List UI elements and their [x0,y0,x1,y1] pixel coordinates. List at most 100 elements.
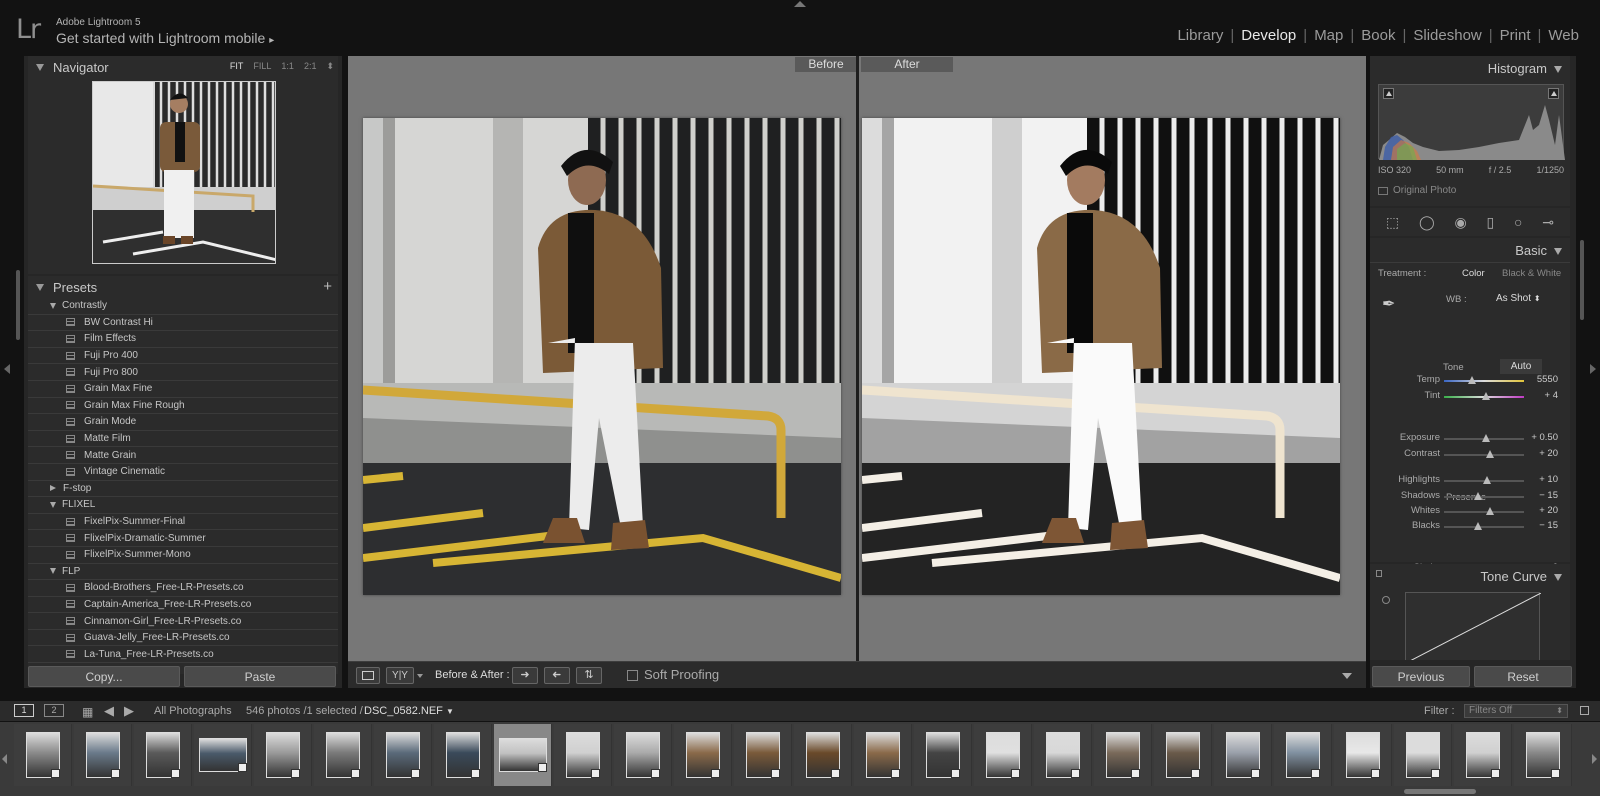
module-develop[interactable]: Develop [1234,27,1303,44]
slider-value[interactable]: + 20 [1539,448,1558,459]
slider-thumb[interactable] [1468,376,1476,384]
slider-thumb[interactable] [1486,507,1495,515]
add-preset-icon[interactable]: + [323,278,332,295]
filter-dropdown[interactable]: Filters Off ⬍ [1464,704,1568,718]
slider-thumb[interactable] [1473,492,1482,500]
grid-view-icon[interactable]: ▦ [82,705,93,719]
swap-before-after-button[interactable]: ⇅ [576,667,602,684]
preset-item[interactable]: Vintage Cinematic [28,464,338,481]
preset-item[interactable]: FixelPix-Summer-Final [28,514,338,531]
preset-item[interactable]: Captain-America_Free-LR-Presets.co [28,597,338,614]
preset-folder[interactable]: FLIXEL [28,497,338,514]
navigator-preview[interactable] [92,81,276,264]
collapse-triangle-icon[interactable] [1554,574,1562,582]
slider-shadows[interactable]: Shadows − 15 [1370,490,1570,504]
tone-curve-graph[interactable] [1405,592,1542,660]
module-print[interactable]: Print [1493,27,1538,44]
slider-thumb[interactable] [1482,434,1491,442]
collapse-triangle-icon[interactable] [1554,66,1562,74]
filmstrip-thumbnail[interactable] [14,724,72,786]
red-eye-tool-icon[interactable]: ◉ [1454,214,1466,231]
left-panel-toggle-icon[interactable] [4,364,10,374]
before-photo[interactable] [363,118,841,595]
slider-value[interactable]: + 0.50 [1531,432,1558,443]
filmstrip-thumbnail[interactable] [314,724,372,786]
slider-temp[interactable]: Temp 5550 [1370,374,1570,388]
zoom-fit[interactable]: FIT [230,61,244,72]
preset-item[interactable]: Matte Grain [28,447,338,464]
target-adjust-icon[interactable] [1382,596,1390,604]
slider-value[interactable]: − 15 [1539,490,1558,501]
preset-item[interactable]: Grain Max Fine Rough [28,398,338,415]
slider-value[interactable]: + 4 [1545,390,1558,401]
preset-item[interactable]: Grain Mode [28,414,338,431]
filmstrip-thumbnail[interactable] [1514,724,1572,786]
filmstrip-thumbnail[interactable] [794,724,852,786]
folder-collapsed-icon[interactable] [50,485,56,492]
highlight-clipping-icon[interactable] [1548,88,1559,99]
filmstrip-thumbnail[interactable] [494,724,552,786]
filmstrip-thumbnail[interactable] [974,724,1032,786]
filmstrip-thumbnail[interactable] [1214,724,1272,786]
radial-filter-icon[interactable]: ○ [1514,214,1522,230]
adjustment-brush-icon[interactable]: ⊸ [1542,214,1554,231]
filmstrip-thumbnail[interactable] [194,724,252,786]
copy-after-to-before-button[interactable]: ➜ [544,667,570,684]
folder-expanded-icon[interactable] [50,568,56,575]
tone-curve-header[interactable]: Tone Curve [1481,569,1562,584]
filmstrip-thumbnail[interactable] [1454,724,1512,786]
wb-dropdown[interactable]: As Shot ⬍ [1496,293,1541,304]
copy-button[interactable]: Copy... [28,666,180,687]
module-book[interactable]: Book [1354,27,1402,44]
collapse-triangle-icon[interactable] [1554,248,1562,256]
slider-thumb[interactable] [1481,392,1490,400]
folder-expanded-icon[interactable] [50,302,56,309]
folder-expanded-icon[interactable] [50,501,56,508]
preset-item[interactable]: Matte Film [28,431,338,448]
after-photo[interactable] [862,118,1340,595]
paste-button[interactable]: Paste [184,666,336,687]
slider-track[interactable] [1444,526,1524,528]
filmstrip-thumbnail[interactable] [1154,724,1212,786]
slider-track[interactable] [1444,511,1524,513]
slider-track[interactable] [1444,380,1524,382]
slider-value[interactable]: + 10 [1539,474,1558,485]
auto-tone-button[interactable]: Auto [1500,359,1542,374]
filter-value[interactable]: Filters Off [1469,705,1512,716]
slider-exposure[interactable]: Exposure + 0.50 [1370,432,1570,446]
preset-item[interactable]: Grain Max Fine [28,381,338,398]
preset-item[interactable]: Fuji Pro 800 [28,364,338,381]
zoom-fill[interactable]: FILL [253,61,271,72]
forward-arrow-icon[interactable]: ▶ [124,703,134,719]
original-photo-checkbox[interactable] [1378,186,1388,195]
soft-proofing-checkbox[interactable] [627,670,638,681]
module-library[interactable]: Library [1170,27,1230,44]
module-map[interactable]: Map [1307,27,1350,44]
filename-label[interactable]: DSC_0582.NEF [364,705,443,717]
shadow-clipping-icon[interactable] [1383,88,1394,99]
primary-window-button[interactable]: 1 [14,704,34,717]
treatment-color[interactable]: Color [1462,268,1485,279]
filmstrip-thumbnail[interactable] [434,724,492,786]
mobile-link[interactable]: Get started with Lightroom mobile ▸ [56,30,274,46]
preset-item[interactable]: La-Tuna_Free-LR-Presets.co [28,646,338,664]
slider-value[interactable]: + 20 [1539,505,1558,516]
histogram-header[interactable]: Histogram [1488,61,1562,76]
slider-track[interactable] [1444,496,1524,498]
preset-folder[interactable]: FLP [28,564,338,581]
treatment-bw[interactable]: Black & White [1502,268,1561,279]
filmstrip-thumbnail[interactable] [554,724,612,786]
presets-header[interactable]: Presets + [28,276,338,298]
slider-value[interactable]: − 15 [1539,520,1558,531]
filmstrip-thumbnail[interactable] [74,724,132,786]
view-mode-dropdown-icon[interactable] [417,674,423,678]
collapse-triangle-icon[interactable] [36,63,44,71]
filmstrip-right-arrow-icon[interactable] [1592,754,1597,764]
mobile-link-label[interactable]: Get started with Lightroom mobile [56,30,265,46]
slider-thumb[interactable] [1473,522,1482,530]
zoom-1-1[interactable]: 1:1 [281,61,294,72]
loupe-view-button[interactable] [356,667,380,684]
preset-item[interactable]: Blood-Brothers_Free-LR-Presets.co [28,580,338,597]
filmstrip-thumbnail[interactable] [1394,724,1452,786]
filter-lock-icon[interactable] [1580,706,1589,715]
